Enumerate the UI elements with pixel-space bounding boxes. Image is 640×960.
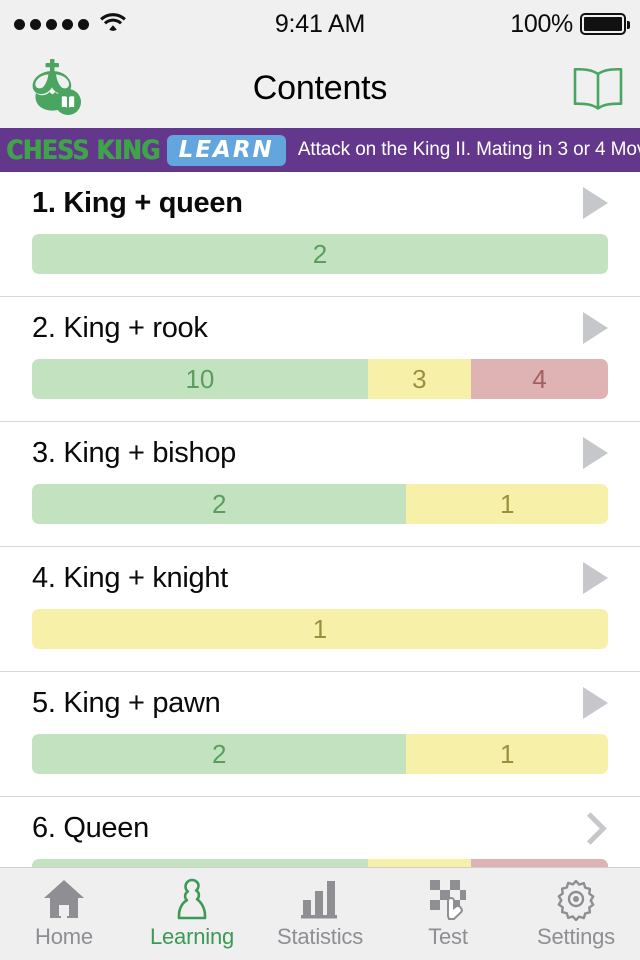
course-banner[interactable]: CHESS KING LEARN Attack on the King II. … — [0, 128, 640, 172]
progress-segment-green: 2 — [32, 484, 407, 524]
course-title: Attack on the King II. Mating in 3 or 4 … — [297, 139, 640, 160]
list-item-header: 2. King + rook — [32, 297, 608, 359]
progress-segment-yellow: 1 — [32, 609, 608, 649]
list-item[interactable]: 1. King + queen 2 — [0, 172, 640, 297]
tab-bar[interactable]: Home Learning Statistics Test Settings — [0, 867, 640, 960]
progress-segment-red: 4 — [470, 359, 608, 399]
navigation-bar: Contents — [0, 48, 640, 128]
chess-pawn-icon — [172, 878, 212, 920]
status-bar: 9:41 AM 100% — [0, 0, 640, 48]
play-triangle-icon[interactable] — [574, 187, 608, 219]
progress-segment-green — [32, 859, 368, 867]
progress-segment-yellow: 1 — [406, 484, 608, 524]
contents-list[interactable]: 1. King + queen 2 2. King + rook 10 3 4 3. Kin… — [0, 172, 640, 867]
play-triangle-icon[interactable] — [574, 687, 608, 719]
tab-settings[interactable]: Settings — [512, 868, 640, 960]
tab-label: Settings — [537, 924, 615, 949]
list-item[interactable]: 5. King + pawn 2 1 — [0, 672, 640, 797]
list-item-title: 1. King + queen — [32, 186, 243, 219]
progress-segment-yellow: 1 — [406, 734, 608, 774]
battery-full-icon — [580, 13, 630, 35]
progress-segment-yellow — [367, 859, 471, 867]
bar-chart-icon — [298, 878, 342, 920]
disclosure-indicator-shape — [583, 437, 608, 469]
list-item[interactable]: 4. King + knight 1 — [0, 547, 640, 672]
tab-label: Learning — [149, 924, 235, 949]
disclosure-indicator-shape — [583, 562, 608, 594]
chess-king-logo-icon[interactable] — [16, 57, 90, 119]
open-book-icon[interactable] — [572, 65, 624, 111]
disclosure-indicator-shape — [583, 187, 608, 219]
tab-label: Statistics — [276, 924, 364, 949]
progress-segment-green: 2 — [32, 734, 407, 774]
tab-learning[interactable]: Learning — [128, 868, 256, 960]
list-item-title: 6. Queen — [32, 811, 149, 844]
list-item-header: 6. Queen — [32, 797, 608, 859]
list-item[interactable]: 3. King + bishop 2 1 — [0, 422, 640, 547]
gear-icon — [554, 878, 598, 921]
home-icon — [42, 878, 86, 920]
tab-test[interactable]: Test — [384, 868, 512, 960]
chess-king-wordmark: CHESS KING — [6, 134, 160, 166]
list-item-title: 2. King + rook — [32, 311, 208, 344]
progress-bar: 1 — [32, 609, 608, 649]
progress-segment-green: 10 — [32, 359, 368, 399]
progress-segment-red — [470, 859, 608, 867]
play-triangle-icon[interactable] — [574, 437, 608, 469]
disclosure-indicator-shape — [574, 811, 607, 845]
battery-percentage: 100% — [510, 9, 573, 38]
play-triangle-icon[interactable] — [574, 562, 608, 594]
list-item-header: 3. King + bishop — [32, 422, 608, 484]
page-title: Contents — [252, 68, 388, 107]
play-triangle-icon[interactable] — [574, 312, 608, 344]
progress-bar: 2 — [32, 234, 608, 274]
progress-bar: 21 — [32, 484, 608, 524]
tab-home[interactable]: Home — [0, 868, 128, 960]
chessboard-hand-icon — [426, 878, 470, 920]
list-item-title: 5. King + pawn — [32, 686, 221, 719]
tab-label: Home — [35, 924, 93, 949]
list-item[interactable]: 2. King + rook 10 3 4 — [0, 297, 640, 422]
progress-bar: 21 — [32, 734, 608, 774]
disclosure-indicator-shape — [583, 312, 608, 344]
list-item[interactable]: 6. Queen — [0, 797, 640, 867]
learn-badge: LEARN — [166, 134, 286, 166]
status-bar-right: 100% — [510, 9, 630, 39]
disclosure-indicator-shape — [583, 687, 608, 719]
app-screen: 9:41 AM 100% Contents CHESS KING LEARN A… — [0, 0, 640, 960]
progress-segment-green: 2 — [32, 234, 608, 274]
list-item-title: 3. King + bishop — [32, 436, 236, 469]
progress-bar — [32, 859, 608, 867]
list-item-header: 4. King + knight — [32, 547, 608, 609]
list-item-header: 5. King + pawn — [32, 672, 608, 734]
list-item-header: 1. King + queen — [32, 172, 608, 234]
chevron-right-icon[interactable] — [574, 811, 608, 845]
progress-bar: 10 3 4 — [32, 359, 608, 399]
tab-statistics[interactable]: Statistics — [256, 868, 384, 960]
progress-segment-yellow: 3 — [367, 359, 471, 399]
tab-label: Test — [428, 924, 468, 949]
list-item-title: 4. King + knight — [32, 561, 228, 594]
